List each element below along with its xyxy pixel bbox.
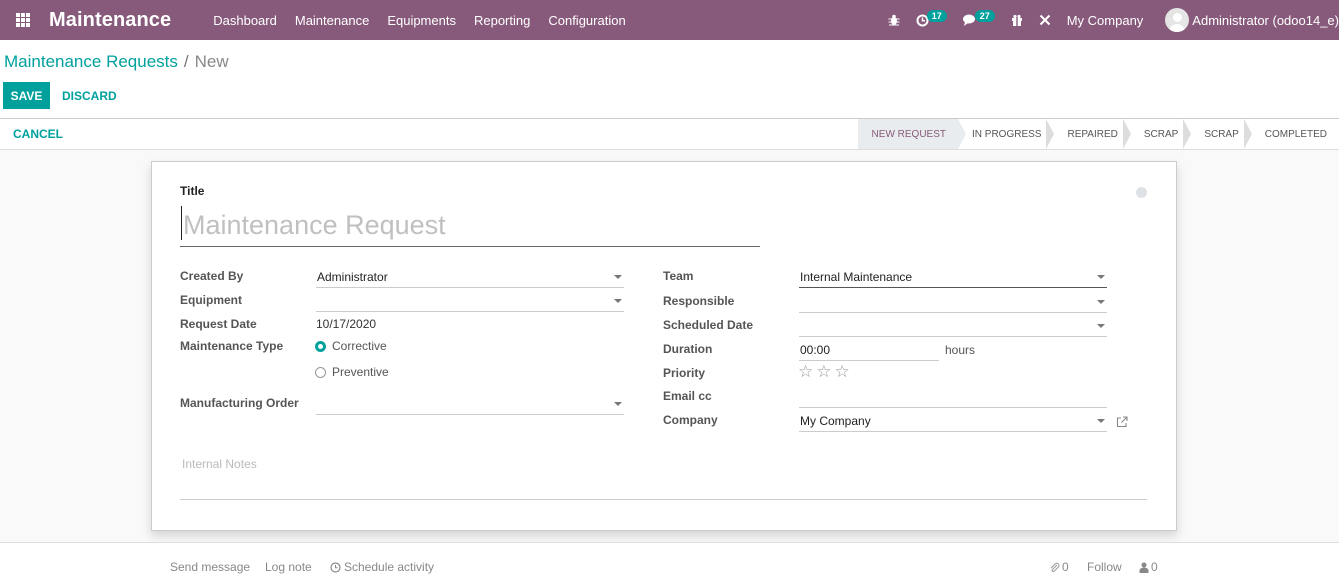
team-label: Team (663, 269, 694, 283)
external-link-icon[interactable] (1116, 416, 1128, 428)
company-switcher[interactable]: My Company (1067, 13, 1144, 28)
dropdown-caret-icon (1097, 419, 1105, 423)
company-value: My Company (800, 413, 871, 428)
activities-clock-icon[interactable]: 17 (916, 10, 947, 27)
maintenance-type-label: Maintenance Type (180, 339, 284, 353)
equipment-label: Equipment (180, 293, 242, 307)
duration-input[interactable]: 00:00 (799, 339, 939, 361)
top-navbar: Maintenance Dashboard Maintenance Equipm… (0, 0, 1339, 40)
duration-unit: hours (945, 343, 976, 357)
debug-bug-icon[interactable] (888, 14, 900, 26)
form-sheet: Title Maintenance Request Created By Adm… (151, 161, 1177, 531)
menu-configuration[interactable]: Configuration (548, 13, 625, 28)
status-bar: CANCEL NEW REQUEST IN PROGRESS REPAIRED … (0, 118, 1339, 150)
stage-completed[interactable]: COMPLETED (1251, 119, 1339, 149)
menu-dashboard[interactable]: Dashboard (213, 13, 277, 28)
cancel-button[interactable]: CANCEL (13, 119, 63, 149)
user-icon (1139, 562, 1149, 573)
save-button[interactable]: SAVE (3, 82, 50, 109)
internal-notes-placeholder: Internal Notes (182, 457, 257, 471)
duration-label: Duration (663, 342, 713, 356)
clock-icon (330, 561, 341, 573)
duration-value: 00:00 (800, 342, 831, 357)
stage-scrap[interactable]: SCRAP (1130, 119, 1192, 149)
kanban-state-indicator[interactable] (1136, 187, 1147, 198)
stage-in-progress[interactable]: IN PROGRESS (958, 119, 1055, 149)
company-field[interactable]: My Company (799, 410, 1107, 432)
menu-maintenance[interactable]: Maintenance (295, 13, 369, 28)
followers-count: 0 (1151, 560, 1158, 574)
menu-reporting[interactable]: Reporting (474, 13, 530, 28)
log-note-button[interactable]: Log note (265, 560, 312, 574)
apps-menu-icon[interactable] (0, 0, 46, 40)
title-placeholder: Maintenance Request (183, 209, 446, 240)
breadcrumb: Maintenance Requests / New (4, 52, 229, 72)
stage-repaired[interactable]: REPAIRED (1053, 119, 1132, 149)
scheduled-date-label: Scheduled Date (663, 318, 754, 332)
email-cc-input[interactable] (799, 386, 1107, 408)
radio-preventive[interactable]: Preventive (315, 365, 389, 379)
radio-preventive-label: Preventive (332, 365, 389, 379)
activities-badge: 17 (926, 10, 947, 22)
menu-equipments[interactable]: Equipments (387, 13, 456, 28)
manufacturing-order-label: Manufacturing Order (180, 396, 299, 410)
manufacturing-order-field[interactable] (316, 393, 624, 415)
user-avatar[interactable] (1165, 8, 1190, 32)
messages-badge: 27 (974, 10, 995, 22)
dropdown-caret-icon (1097, 324, 1105, 328)
email-cc-label: Email cc (663, 389, 712, 403)
team-field[interactable]: Internal Maintenance (799, 266, 1107, 288)
app-title[interactable]: Maintenance (49, 9, 171, 32)
created-by-label: Created By (180, 269, 244, 283)
created-by-value: Administrator (317, 269, 388, 284)
responsible-field[interactable] (799, 291, 1107, 313)
stage-pipeline: NEW REQUEST IN PROGRESS REPAIRED SCRAP S… (857, 119, 1339, 149)
followers-button[interactable]: 0 (1139, 560, 1158, 574)
title-input[interactable]: Maintenance Request (180, 204, 760, 247)
dropdown-caret-icon (1097, 300, 1105, 304)
priority-star-icon-2[interactable]: ☆ (816, 363, 831, 380)
title-label: Title (180, 184, 205, 198)
dropdown-caret-icon (1097, 275, 1105, 279)
paperclip-icon (1050, 562, 1060, 572)
send-message-button[interactable]: Send message (170, 560, 250, 574)
discard-button[interactable]: DISCARD (62, 82, 117, 109)
equipment-field[interactable] (316, 290, 624, 312)
breadcrumb-parent-link[interactable]: Maintenance Requests (4, 52, 178, 71)
created-by-field[interactable]: Administrator (316, 266, 624, 288)
priority-label: Priority (663, 366, 706, 380)
messages-chat-icon[interactable]: 27 (962, 10, 995, 26)
tools-icon[interactable] (1039, 14, 1051, 26)
schedule-activity-button[interactable]: Schedule activity (330, 560, 434, 574)
text-cursor (181, 206, 182, 240)
follow-button[interactable]: Follow (1087, 560, 1122, 574)
dropdown-caret-icon (614, 402, 622, 406)
radio-corrective[interactable]: Corrective (315, 339, 387, 353)
breadcrumb-current: New (194, 52, 229, 71)
breadcrumb-separator: / (183, 52, 189, 71)
company-label: Company (663, 413, 718, 427)
team-value: Internal Maintenance (800, 269, 913, 284)
dropdown-caret-icon (614, 299, 622, 303)
request-date-label: Request Date (180, 317, 257, 331)
responsible-label: Responsible (663, 294, 735, 308)
chatter-bar: Send message Log note Schedule activity … (0, 542, 1339, 583)
gift-icon[interactable] (1011, 14, 1023, 26)
schedule-activity-label: Schedule activity (344, 560, 435, 574)
stage-scrap-2[interactable]: SCRAP (1190, 119, 1253, 149)
request-date-value: 10/17/2020 (316, 317, 377, 331)
user-menu[interactable]: Administrator (odoo14_e) (1192, 13, 1339, 28)
internal-notes-input[interactable]: Internal Notes (180, 452, 1147, 500)
priority-star-icon-1[interactable]: ☆ (798, 363, 813, 380)
priority-star-icon-3[interactable]: ☆ (835, 363, 850, 380)
radio-corrective-label: Corrective (332, 339, 387, 353)
radio-checked-icon (315, 340, 326, 352)
priority-stars: ☆ ☆ ☆ (798, 363, 850, 380)
stage-new-request[interactable]: NEW REQUEST (857, 119, 967, 149)
dropdown-caret-icon (614, 275, 622, 279)
radio-unchecked-icon (315, 366, 326, 378)
scheduled-date-field[interactable] (799, 315, 1107, 337)
attachments-count: 0 (1062, 560, 1069, 574)
attachments-button[interactable]: 0 (1049, 560, 1069, 574)
